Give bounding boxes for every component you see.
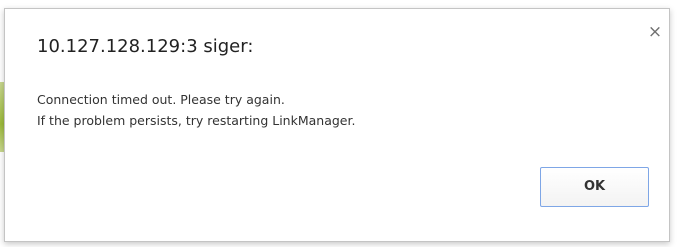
message-line-2: If the problem persists, try restarting … (37, 113, 356, 128)
page: × 10.127.128.129:3 siger: Connection tim… (0, 0, 677, 247)
message-line-1: Connection timed out. Please try again. (37, 92, 285, 107)
close-icon[interactable]: × (647, 24, 663, 41)
dialog-message: Connection timed out. Please try again. … (37, 89, 355, 131)
dialog-title: 10.127.128.129:3 siger: (37, 36, 254, 57)
ok-button[interactable]: OK (540, 167, 649, 207)
alert-dialog: × 10.127.128.129:3 siger: Connection tim… (4, 8, 670, 242)
